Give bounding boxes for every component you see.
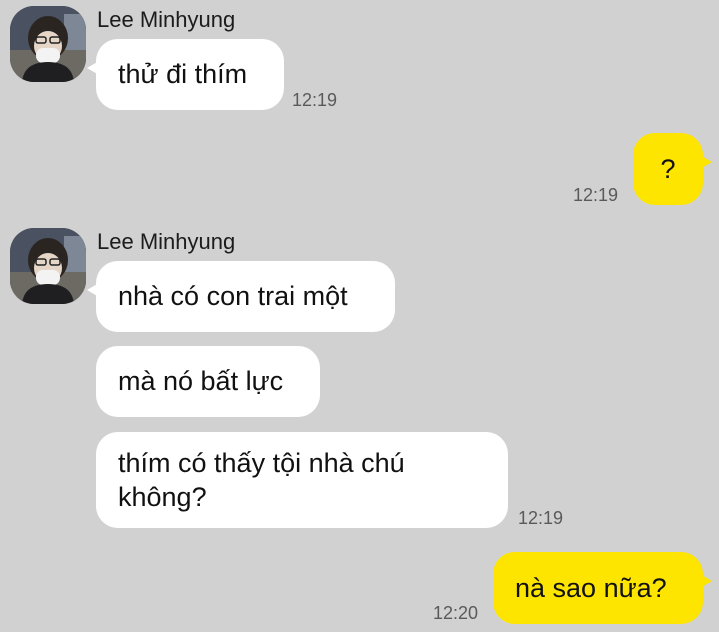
sender-name: Lee Minhyung [97, 229, 236, 254]
sender-avatar[interactable] [10, 6, 86, 82]
profile-photo-icon [10, 228, 86, 304]
profile-photo-icon [10, 6, 86, 82]
message-text: nà sao nữa? [515, 573, 667, 603]
message-timestamp: 12:20 [433, 603, 479, 623]
message-timestamp: 12:19 [573, 185, 619, 205]
bubble-tail [87, 61, 99, 75]
message-bubble[interactable]: nhà có con trai một [87, 261, 395, 332]
bubble-tail [700, 155, 712, 169]
message-bubble[interactable]: thím có thấy tội nhà chú không? [96, 432, 508, 528]
sender-avatar[interactable] [10, 228, 86, 304]
message-text: ? [660, 154, 676, 184]
message-timestamp: 12:19 [292, 90, 338, 110]
bubble-tail [87, 283, 99, 297]
message-text: nhà có con trai một [118, 281, 348, 311]
message-text: thím có thấy tội nhà chú không? [118, 448, 405, 512]
message-text: mà nó bất lực [118, 366, 284, 396]
message-text: thử đi thím [118, 59, 248, 89]
message-bubble[interactable]: ? [633, 133, 712, 205]
bubble-tail [700, 574, 712, 588]
sender-name: Lee Minhyung [97, 7, 236, 32]
message-timestamp: 12:19 [518, 508, 564, 528]
message-bubble[interactable]: nà sao nữa? [493, 552, 712, 624]
message-bubble[interactable]: mà nó bất lực [96, 346, 320, 417]
message-bubble[interactable]: thử đi thím [87, 39, 284, 110]
